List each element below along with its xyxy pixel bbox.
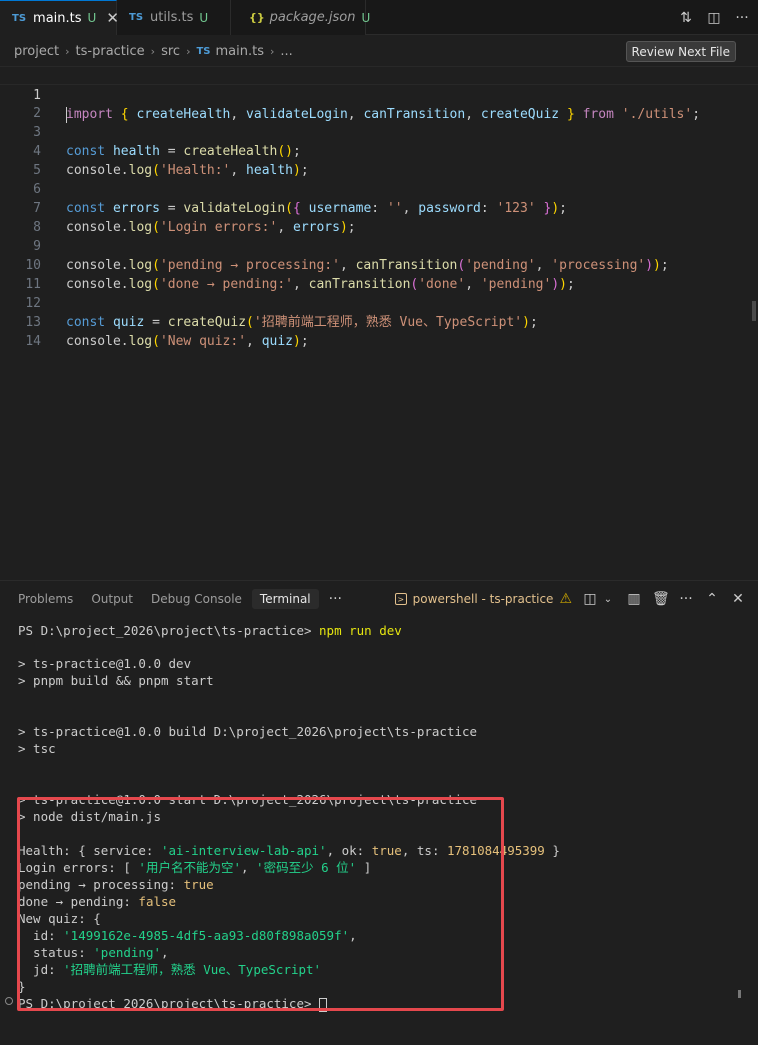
code-line: 3 const health = createHealth(); — [0, 104, 758, 159]
tab-problems[interactable]: Problems — [10, 589, 81, 609]
terminal-line: > tsc — [18, 741, 56, 756]
close-icon[interactable]: ✕ — [730, 591, 746, 607]
breadcrumb-item[interactable]: src — [161, 44, 180, 59]
chevron-right-icon: › — [65, 44, 70, 58]
review-next-file-button[interactable]: Review Next File — [625, 41, 736, 62]
terminal-selector[interactable]: > powershell - ts-practice ⚠ — [394, 591, 572, 607]
chevron-right-icon: › — [186, 44, 191, 58]
code-editor[interactable]: 1 import { createHealth, validateLogin, … — [0, 66, 758, 580]
code-line: 6 const errors = validateLogin({ usernam… — [0, 161, 758, 216]
tab-package-json[interactable]: {} package.json U — [231, 0, 370, 35]
tab-main-ts[interactable]: TS main.ts U ✕ — [0, 0, 119, 35]
breadcrumb-item[interactable]: project — [14, 44, 59, 59]
chevron-up-icon[interactable]: ⌃ — [704, 591, 720, 607]
terminal-cursor — [319, 997, 328, 1012]
terminal-prompt[interactable]: PS D:\project_2026\project\ts-practice> — [18, 995, 328, 1012]
terminal-line: status: 'pending', — [18, 945, 169, 960]
breadcrumb-item[interactable]: main.ts — [216, 44, 264, 59]
tab-output[interactable]: Output — [83, 589, 141, 609]
tab-label: main.ts — [33, 10, 82, 26]
terminal-line: > ts-practice@1.0.0 dev — [18, 656, 192, 671]
code-line: 10 console.log('done → pending:', canTra… — [0, 237, 758, 292]
json-file-icon: {} — [249, 11, 265, 24]
terminal-line: > ts-practice@1.0.0 build D:\project_202… — [18, 724, 478, 739]
untracked-badge: U — [361, 10, 371, 25]
tab-terminal[interactable]: Terminal — [251, 589, 319, 609]
warning-icon: ⚠ — [559, 591, 572, 607]
code-line: 11 — [0, 256, 758, 292]
code-line: 12 const quiz = createQuiz('招聘前端工程师，熟悉 V… — [0, 275, 758, 330]
terminal-line: id: '1499162e-4985-4df5-aa93-d80f898a059… — [18, 928, 357, 943]
untracked-badge: U — [199, 10, 209, 25]
terminal-line: Health: { service: 'ai-interview-lab-api… — [18, 843, 560, 858]
terminal-line: jd: '招聘前端工程师，熟悉 Vue、TypeScript' — [18, 962, 322, 977]
code-line: 1 import { createHealth, validateLogin, … — [0, 66, 758, 123]
code-line: 7 console.log('Login errors:', errors); — [0, 180, 758, 235]
code-line: 13 console.log('New quiz:', quiz); — [0, 294, 758, 349]
terminal-scrollbar[interactable] — [738, 990, 741, 998]
code-line: 14 — [0, 313, 758, 349]
split-terminal-icon[interactable]: ◫ — [582, 591, 598, 607]
untracked-badge: U — [87, 11, 97, 25]
typescript-file-icon: TS — [196, 45, 211, 57]
editor-scrollbar[interactable] — [752, 301, 756, 321]
chevron-right-icon: › — [269, 44, 275, 58]
terminal-icon: > — [394, 593, 407, 605]
code-line: 9 console.log('pending → processing:', c… — [0, 218, 758, 273]
more-actions-icon[interactable]: ··· — [734, 10, 750, 26]
more-actions-icon[interactable]: ··· — [678, 591, 694, 607]
terminal-line: > node dist/main.js — [18, 809, 161, 824]
split-editor-icon[interactable]: ◫ — [706, 10, 722, 26]
breadcrumb-item[interactable]: ts-practice — [76, 44, 145, 59]
tab-utils-ts[interactable]: TS utils.ts U — [117, 0, 231, 35]
terminal-line: > pnpm build && pnpm start — [18, 673, 214, 688]
chevron-down-icon[interactable]: ⌄ — [600, 594, 616, 605]
compare-changes-icon[interactable]: ⇅ — [678, 10, 694, 26]
typescript-file-icon: TS — [129, 12, 144, 23]
breadcrumb-item[interactable]: ... — [280, 44, 292, 59]
code-line: 8 — [0, 199, 758, 235]
terminal-line: } — [18, 979, 26, 994]
terminal-line: pending → processing: true — [18, 877, 214, 892]
panel-actions: > powershell - ts-practice ⚠ ◫ ⌄ ▥ 🗑 ···… — [394, 581, 746, 617]
terminal-line: PS D:\project_2026\project\ts-practice> … — [18, 623, 402, 638]
tab-label: package.json — [269, 10, 356, 25]
terminal-line: done → pending: false — [18, 894, 177, 909]
layout-icon[interactable]: ▥ — [626, 591, 642, 607]
editor-actions: ⇅ ◫ ··· — [678, 0, 750, 35]
code-line: 5 — [0, 142, 758, 178]
tab-debug-console[interactable]: Debug Console — [143, 589, 250, 609]
more-tabs-button[interactable]: ··· — [321, 588, 350, 610]
terminal-line: Login errors: [ '用户名不能为空', '密码至少 6 位' ] — [18, 860, 372, 875]
chevron-right-icon: › — [150, 44, 156, 58]
terminal-line: > ts-practice@1.0.0 start D:\project_202… — [18, 792, 478, 807]
terminal-name: powershell - ts-practice — [412, 592, 554, 606]
line-number: 14 — [25, 334, 41, 349]
code-line: 4 console.log('Health:', health); — [0, 123, 758, 178]
command-decoration-icon[interactable] — [5, 997, 13, 1005]
tab-label: utils.ts — [150, 10, 194, 25]
editor-tab-bar: TS main.ts U ✕ TS utils.ts U {} package.… — [0, 0, 758, 35]
typescript-file-icon: TS — [12, 12, 27, 24]
code-line: 2 — [0, 85, 758, 121]
trash-icon[interactable]: 🗑 — [652, 591, 670, 607]
terminal-line: New quiz: { — [18, 911, 101, 926]
